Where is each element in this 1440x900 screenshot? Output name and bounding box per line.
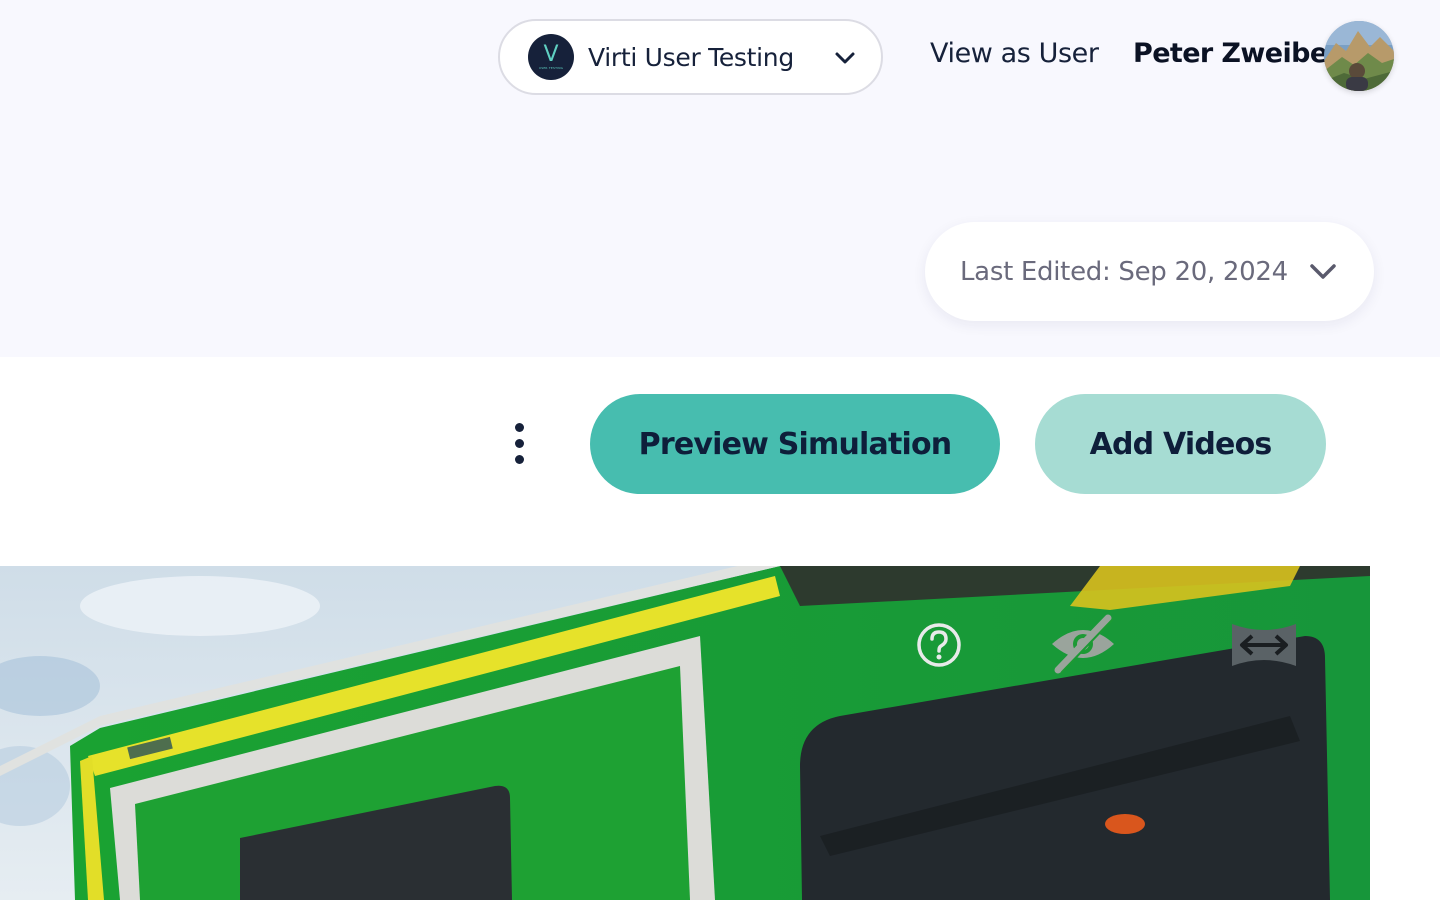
simulation-video-viewer[interactable] [0, 566, 1370, 900]
view-as-user-link[interactable]: View as User [930, 38, 1099, 69]
help-circle-icon[interactable] [914, 620, 964, 670]
user-name: Peter Zweibel [1133, 38, 1337, 69]
expand-horizontal-icon[interactable] [1230, 620, 1298, 670]
more-vertical-icon-dot [514, 422, 524, 432]
more-vertical-icon-dot [514, 454, 524, 464]
last-edited-label: Last Edited: Sep 20, 2024 [960, 256, 1288, 287]
organization-switcher[interactable]: V USER TESTING Virti User Testing [498, 19, 883, 95]
user-avatar[interactable] [1324, 21, 1394, 91]
video-frame-image [0, 566, 1370, 900]
add-videos-button[interactable]: Add Videos [1035, 394, 1326, 494]
chevron-down-icon [1310, 264, 1336, 279]
last-edited-dropdown[interactable]: Last Edited: Sep 20, 2024 [925, 222, 1374, 321]
eye-off-icon[interactable] [1048, 612, 1118, 676]
organization-logo: V USER TESTING [528, 34, 574, 80]
more-options-button[interactable] [499, 413, 539, 473]
preview-simulation-button[interactable]: Preview Simulation [590, 394, 1000, 494]
avatar-photo-icon [1324, 21, 1394, 91]
organization-name: Virti User Testing [588, 42, 794, 72]
more-vertical-icon-dot [514, 438, 524, 448]
organization-logo-letter: V [543, 42, 559, 67]
chevron-down-icon [835, 52, 855, 64]
organization-logo-subtext: USER TESTING [538, 66, 564, 70]
